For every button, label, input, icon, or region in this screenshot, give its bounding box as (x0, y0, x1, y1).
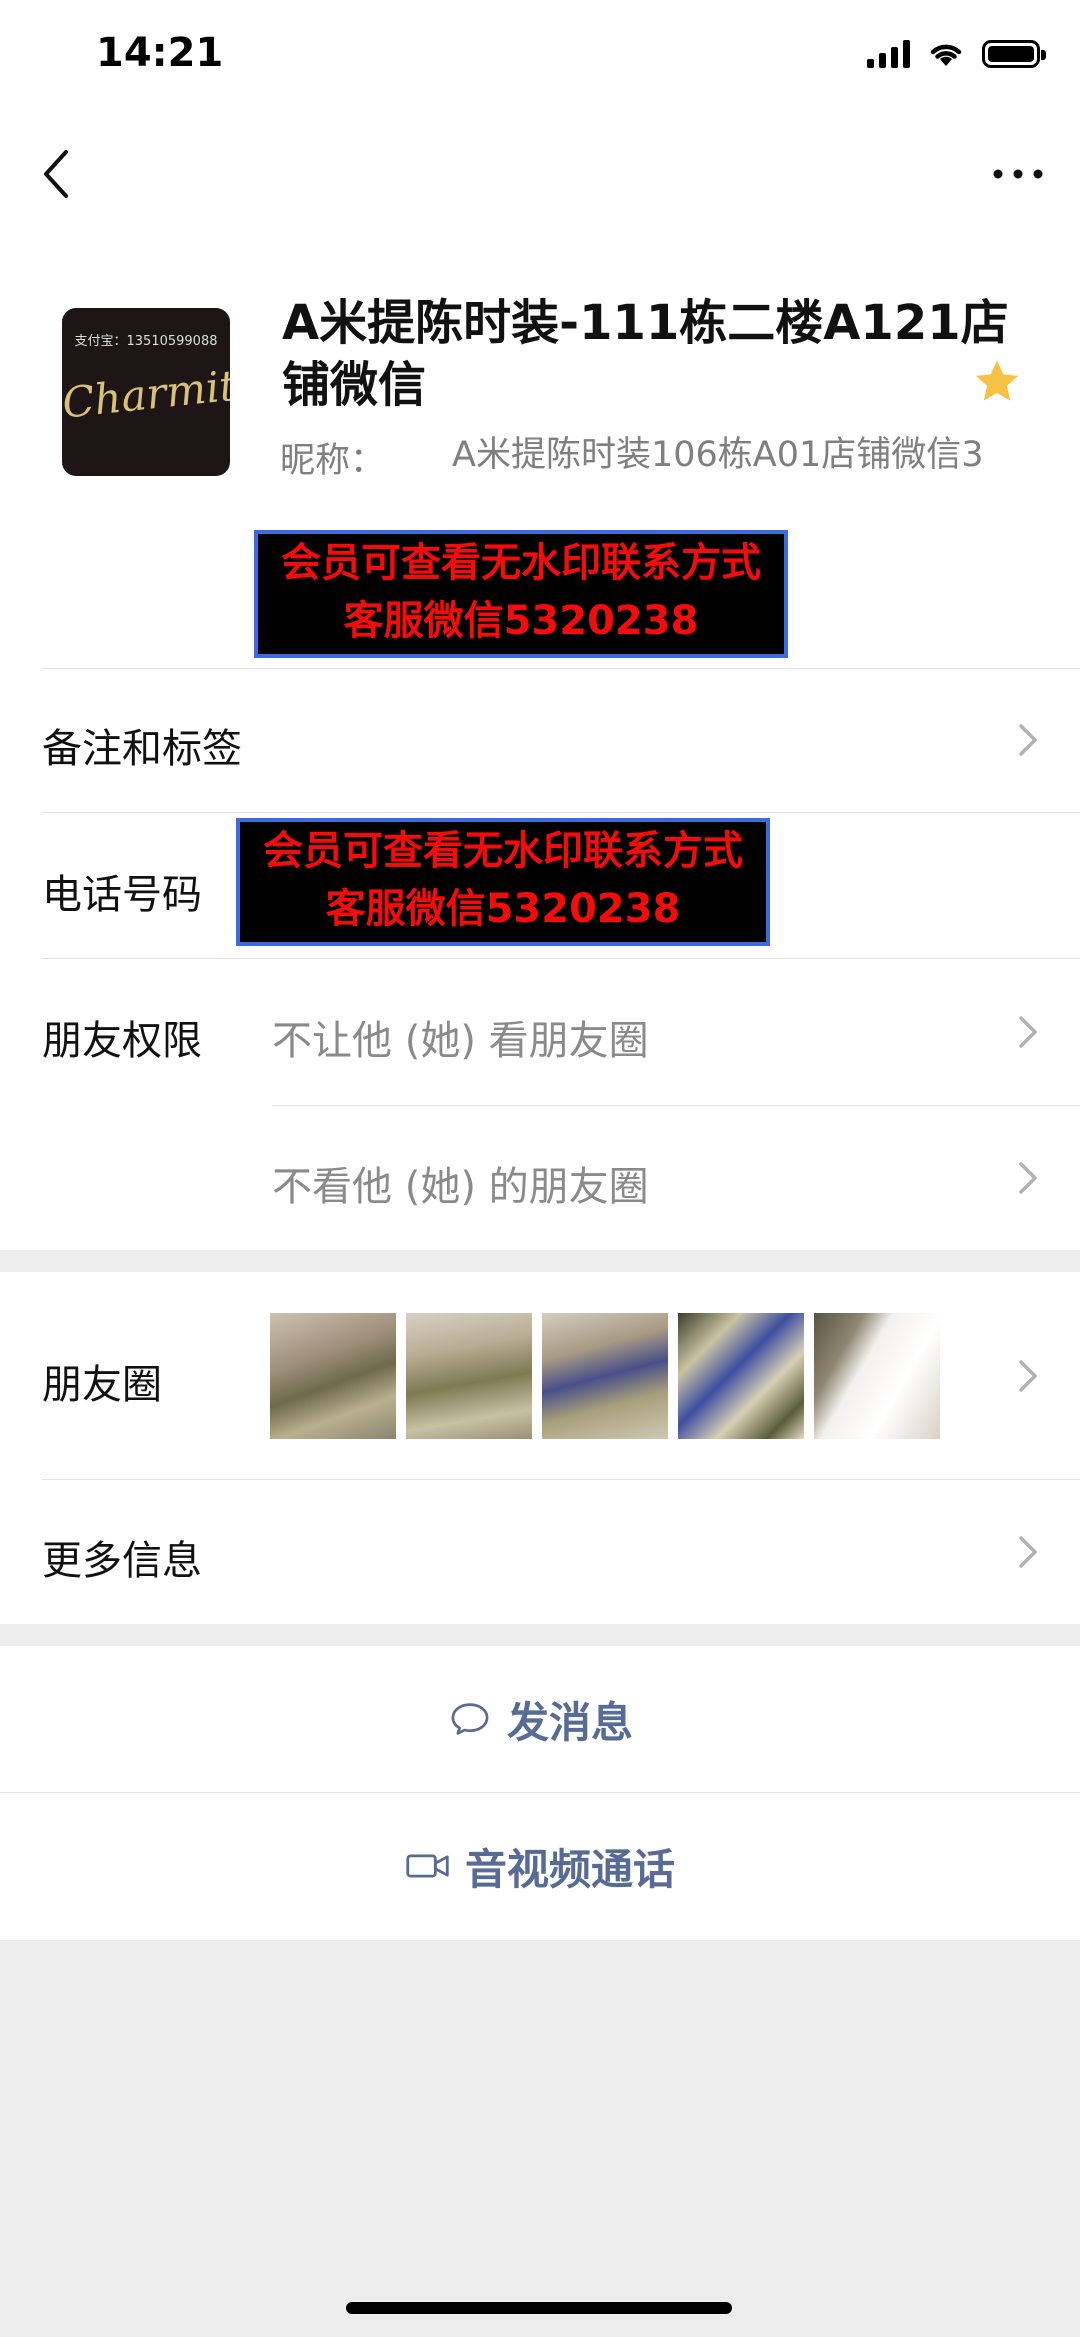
moments-thumbnail (678, 1313, 804, 1439)
chevron-right-icon (1019, 724, 1037, 756)
chevron-right-icon (1019, 1162, 1037, 1194)
chevron-right-icon (1019, 1016, 1037, 1048)
more-options-icon[interactable] (988, 154, 1048, 194)
watermark-line-1: 会员可查看无水印联系方式 (263, 828, 743, 874)
wifi-icon (930, 44, 962, 66)
watermark-overlay: 会员可查看无水印联系方式 客服微信5320238 (236, 818, 770, 946)
contact-name: A米提陈时装-111栋二楼A121店铺微信 (282, 295, 1009, 413)
video-call-label: 音视频通话 (464, 1844, 675, 1894)
cellular-signal-icon (867, 40, 910, 68)
battery-icon (982, 40, 1046, 68)
avatar[interactable]: 支付宝：13510599088 Charmity (62, 308, 230, 476)
star-icon (975, 360, 1019, 401)
moments-thumbnails (270, 1313, 940, 1439)
avatar-text-top: 支付宝：13510599088 (74, 334, 218, 349)
watermark-line-2: 客服微信5320238 (325, 886, 681, 932)
back-chevron-icon[interactable] (36, 144, 76, 204)
moments-thumbnail (406, 1313, 532, 1439)
nickname-value: A米提陈时装106栋A01店铺微信3 (452, 435, 984, 475)
moments-thumbnail (542, 1313, 668, 1439)
home-indicator[interactable] (346, 2302, 732, 2314)
permissions-label: 朋友权限 (42, 1018, 202, 1064)
moments-thumbnail (814, 1313, 940, 1439)
watermark-line-1: 会员可查看无水印联系方式 (281, 540, 761, 586)
watermark-overlay: 会员可查看无水印联系方式 客服微信5320238 (254, 530, 788, 658)
status-icons (867, 40, 1046, 68)
status-time: 14:21 (96, 30, 224, 76)
video-camera-icon (406, 1854, 449, 1878)
perm-hide-my-moments: 不让他 (她) 看朋友圈 (272, 1018, 649, 1064)
contact-profile-screen: 14:21 支付宝：13510599088 Charmity A米提陈时装-11… (0, 0, 1080, 2337)
avatar-logo-script: Charmity (62, 358, 230, 428)
chat-bubble-icon (451, 1703, 489, 1735)
watermark-line-2: 客服微信5320238 (343, 598, 699, 644)
send-message-button[interactable]: 发消息 (0, 1646, 1080, 1792)
perm-hide-their-moments: 不看他 (她) 的朋友圈 (272, 1164, 649, 1210)
phone-label: 电话号码 (42, 872, 202, 918)
moments-label: 朋友圈 (42, 1362, 162, 1408)
chevron-right-icon (1019, 1536, 1037, 1568)
more-info-label: 更多信息 (42, 1538, 202, 1584)
video-call-button[interactable]: 音视频通话 (0, 1793, 1080, 1939)
send-message-label: 发消息 (506, 1697, 633, 1747)
moments-thumbnail (270, 1313, 396, 1439)
remarks-label: 备注和标签 (42, 726, 242, 772)
chevron-right-icon (1019, 1360, 1037, 1392)
nickname-label: 昵称： (280, 441, 386, 481)
